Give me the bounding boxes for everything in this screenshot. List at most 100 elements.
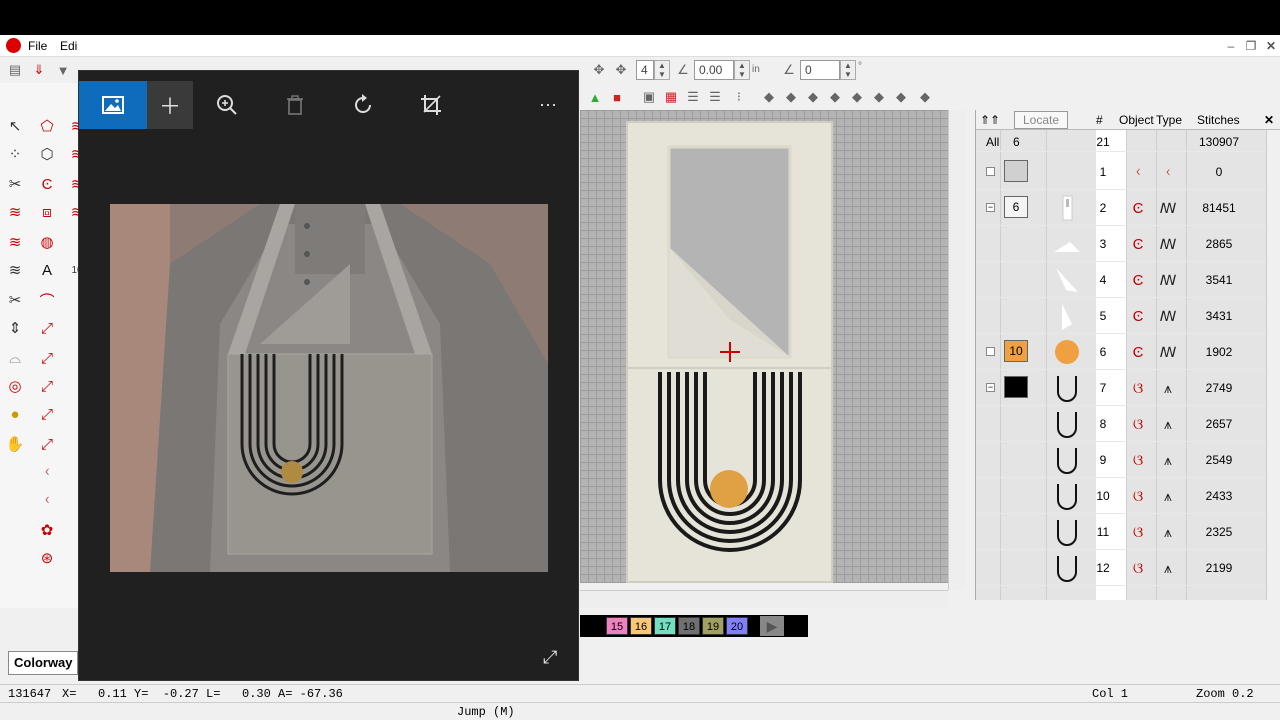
- restore-icon[interactable]: ❐: [1244, 39, 1258, 53]
- stop-tool-icon[interactable]: ✋: [2, 431, 28, 457]
- thread-chip-20[interactable]: 20: [726, 617, 748, 635]
- object-row-9[interactable]: 9 ଓ ⩚ 2549: [976, 442, 1266, 478]
- motif-run-icon[interactable]: ✿: [34, 517, 60, 543]
- row-checkbox[interactable]: [986, 167, 995, 176]
- angle-field[interactable]: 0: [800, 60, 840, 80]
- motif-tool-icon[interactable]: ≋: [2, 257, 28, 283]
- shape-tool-8-icon[interactable]: ◆: [916, 88, 934, 106]
- object-row-6[interactable]: 10 6 Ͼ ꟿ 1902: [976, 334, 1266, 370]
- close-window-icon[interactable]: ✕: [1264, 39, 1278, 53]
- object-list-summary-row[interactable]: All 6 21 130907: [976, 130, 1266, 152]
- shape-outline-icon[interactable]: ⬡: [34, 141, 60, 167]
- collapse-all-icon[interactable]: ⇑⇑: [980, 113, 1000, 127]
- minimize-icon[interactable]: –: [1224, 39, 1238, 53]
- object-row-11[interactable]: 11 ଓ ⩚ 2325: [976, 514, 1266, 550]
- dots-icon[interactable]: ⁝: [730, 88, 748, 106]
- canvas-horizontal-scrollbar[interactable]: [580, 590, 948, 607]
- object-row-8[interactable]: 8 ଓ ⩚ 2657: [976, 406, 1266, 442]
- canvas-vertical-scrollbar[interactable]: [948, 110, 965, 590]
- color-palette-icon[interactable]: ■: [608, 88, 626, 106]
- text-tool-icon[interactable]: A: [34, 257, 60, 283]
- colorway-selector[interactable]: Colorway: [8, 651, 78, 675]
- jump-line-icon[interactable]: ⤢: [34, 431, 60, 457]
- object-row-10[interactable]: 10 ଓ ⩚ 2433: [976, 478, 1266, 514]
- object-row-1[interactable]: 1 ᚲ ᚲ 0: [976, 154, 1266, 190]
- run-line-icon[interactable]: ᚲ: [34, 459, 60, 485]
- angle-spinner[interactable]: ▲ ▼: [840, 60, 856, 80]
- move-all-icon[interactable]: ✥: [612, 61, 630, 79]
- zoom-in-icon[interactable]: [197, 81, 257, 129]
- object-row-2[interactable]: − 6 2 Ͼ ꟿ 81451: [976, 190, 1266, 226]
- count-field[interactable]: 4: [636, 60, 654, 80]
- shape-tool-1-icon[interactable]: ◆: [760, 88, 778, 106]
- row-checkbox[interactable]: [986, 347, 995, 356]
- fan-tool-icon[interactable]: ⌓: [2, 345, 28, 371]
- crop-icon[interactable]: [401, 81, 461, 129]
- select-icon[interactable]: ▤: [6, 61, 24, 79]
- shape-tool-7-icon[interactable]: ◆: [892, 88, 910, 106]
- column-d-icon[interactable]: ⧈: [34, 199, 60, 225]
- line-tool-icon[interactable]: ⤢: [34, 315, 60, 341]
- rotate-icon[interactable]: [333, 81, 393, 129]
- display-icon[interactable]: ▣: [640, 88, 658, 106]
- design-canvas[interactable]: [580, 110, 948, 583]
- rotate-angle-icon[interactable]: ∠: [780, 61, 798, 79]
- menu-file[interactable]: File: [28, 39, 47, 53]
- count-spinner[interactable]: ▲ ▼: [654, 60, 670, 80]
- distance-field[interactable]: 0.00: [694, 60, 734, 80]
- color-bar-next-icon[interactable]: ▶: [760, 616, 784, 636]
- shape-tool-5-icon[interactable]: ◆: [848, 88, 866, 106]
- needle-icon[interactable]: ▼: [54, 61, 72, 79]
- thread-chip-16[interactable]: 16: [630, 617, 652, 635]
- polygon-tool-icon[interactable]: ⬠: [34, 113, 60, 139]
- globe-tool-icon[interactable]: ◍: [34, 229, 60, 255]
- thread-chip-18[interactable]: 18: [678, 617, 700, 635]
- dotted-line-icon[interactable]: ⤢: [34, 345, 60, 371]
- thread-chip-15[interactable]: 15: [606, 617, 628, 635]
- bulb-tool-icon[interactable]: ●: [2, 401, 28, 427]
- node-tool-icon[interactable]: ⁘: [2, 141, 28, 167]
- curve-line-icon[interactable]: ⤢: [34, 401, 60, 427]
- applique-tool-icon[interactable]: ≋: [2, 229, 28, 255]
- delete-icon[interactable]: [265, 81, 325, 129]
- image-view-icon[interactable]: [79, 81, 147, 129]
- object-row-4[interactable]: 4 Ͼ ꟿ 3541: [976, 262, 1266, 298]
- fullscreen-icon[interactable]: ⤢: [543, 647, 557, 668]
- zigzag-tool-icon[interactable]: ≋: [2, 199, 28, 225]
- object-list-scrollbar[interactable]: [1266, 130, 1280, 600]
- locate-button[interactable]: Locate: [1014, 111, 1069, 129]
- thread-chip-17[interactable]: 17: [654, 617, 676, 635]
- cut-tool-icon[interactable]: ✂: [2, 171, 28, 197]
- panel-close-icon[interactable]: ✕: [1264, 113, 1274, 127]
- move-icon[interactable]: ✥: [590, 61, 608, 79]
- add-icon[interactable]: ＋: [147, 81, 193, 129]
- align-icon[interactable]: ☰: [706, 88, 724, 106]
- arc-tool-icon[interactable]: ⌒: [34, 287, 60, 313]
- shape-tool-2-icon[interactable]: ◆: [782, 88, 800, 106]
- more-options-icon[interactable]: ⋯: [523, 81, 573, 129]
- list-icon[interactable]: ☰: [684, 88, 702, 106]
- grid-icon[interactable]: ▦: [662, 88, 680, 106]
- expand-toggle-icon[interactable]: −: [986, 203, 995, 212]
- arrow-line-icon[interactable]: ⤢: [34, 373, 60, 399]
- distance-spinner[interactable]: ▲ ▼: [734, 60, 750, 80]
- object-row-3[interactable]: 3 Ͼ ꟿ 2865: [976, 226, 1266, 262]
- shape-tool-3-icon[interactable]: ◆: [804, 88, 822, 106]
- ring-tool-icon[interactable]: ◎: [2, 373, 28, 399]
- stitch-icon[interactable]: ⇓: [30, 61, 48, 79]
- expand-toggle-icon[interactable]: −: [986, 383, 995, 392]
- thread-chip-19[interactable]: 19: [702, 617, 724, 635]
- shape-tool-6-icon[interactable]: ◆: [870, 88, 888, 106]
- split-tool-icon[interactable]: ⇕: [2, 315, 28, 341]
- circle-tool-icon[interactable]: ⊛: [34, 545, 60, 571]
- satin-tool-icon[interactable]: Ͼ: [34, 171, 60, 197]
- pointer-tool-icon[interactable]: ↖: [2, 113, 28, 139]
- scissors-tool-icon[interactable]: ✂: [2, 287, 28, 313]
- bean-line-icon[interactable]: ᚲ: [34, 487, 60, 513]
- object-row-7[interactable]: − 7 ଓ ⩚ 2749: [976, 370, 1266, 406]
- shape-tool-4-icon[interactable]: ◆: [826, 88, 844, 106]
- menu-edit[interactable]: Edi: [60, 39, 77, 53]
- object-row-12[interactable]: 12 ଓ ⩚ 2199: [976, 550, 1266, 586]
- angle-tool-icon[interactable]: ∠: [674, 61, 692, 79]
- chart-icon[interactable]: ▲: [586, 88, 604, 106]
